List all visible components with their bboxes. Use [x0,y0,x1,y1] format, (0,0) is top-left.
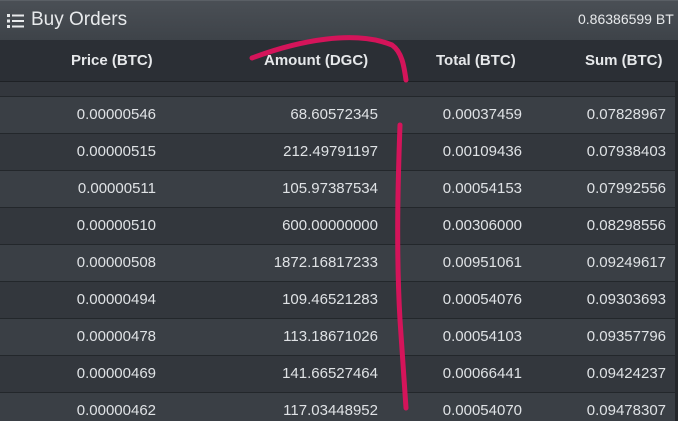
price-cell: 0.00000550 [40,82,156,86]
column-header-sum[interactable]: Sum (BTC) [585,52,663,69]
price-cell: 0.00000508 [76,254,156,271]
price-cell: 0.00000469 [76,365,156,382]
buy-orders-panel: Buy Orders 0.86386599 BT Price (BTC) Amo… [0,0,678,421]
table-row[interactable]: 0.00000511 105.97387534 0.00054153 0.079925… [0,171,678,208]
sum-cell: 0.07828967 [586,106,666,123]
total-cell: 0.03637469 [404,82,522,86]
price-cell: 0.00000510 [76,217,156,234]
sum-cell: 0.07992556 [586,180,666,197]
sum-cell: 0.09478307 [586,402,666,419]
total-cell: 0.00054103 [442,328,522,345]
sum-cell: 0.09424237 [586,365,666,382]
sum-cell: 0.09303693 [586,291,666,308]
price-cell: 0.00000478 [76,328,156,345]
total-cell: 0.00109436 [442,143,522,160]
amount-cell: 1872.16817233 [273,254,378,271]
sum-cell: 0.07791508 [556,82,666,86]
orders-table-body: 0.00000550 6615.37267211 0.03637469 0.07791… [0,82,678,421]
table-row[interactable]: 0.00000469 141.66527464 0.00066441 0.094242… [0,356,678,393]
column-header-price[interactable]: Price (BTC) [71,52,153,69]
table-row[interactable]: 0.00000510 600.00000000 0.00306000 0.082985… [0,208,678,245]
sum-cell: 0.08298556 [586,217,666,234]
panel-title: Buy Orders [31,9,128,30]
total-cell: 0.00951061 [442,254,522,271]
price-cell: 0.00000462 [76,402,156,419]
total-cell: 0.00306000 [442,217,522,234]
total-cell: 0.00054070 [442,402,522,419]
table-row[interactable]: 0.00000462 117.03448952 0.00054070 0.094783… [0,393,678,421]
amount-cell: 68.60572345 [290,106,378,123]
list-icon [7,14,24,28]
table-row[interactable]: 0.00000515 212.49791197 0.00109436 0.079384… [0,134,678,171]
column-header-total[interactable]: Total (BTC) [436,52,516,69]
amount-cell: 212.49791197 [283,143,378,160]
price-cell: 0.00000546 [76,106,156,123]
amount-cell: 105.97387534 [282,180,378,197]
table-header: Price (BTC) Amount (DGC) Total (BTC) Sum… [0,40,678,82]
price-cell: 0.00000494 [76,291,156,308]
sum-cell: 0.09357796 [586,328,666,345]
amount-cell: 141.66527464 [282,365,378,382]
amount-cell: 117.03448952 [283,402,378,419]
total-cell: 0.00054076 [442,291,522,308]
sum-cell: 0.09249617 [586,254,666,271]
table-row[interactable]: 0.00000546 68.60572345 0.00037459 0.0782896… [0,97,678,134]
total-value: 0.86386599 BT [578,11,674,27]
amount-cell: 109.46521283 [282,291,378,308]
amount-cell: 113.18671026 [283,328,378,345]
price-cell: 0.00000511 [77,180,156,197]
column-header-amount[interactable]: Amount (DGC) [264,52,368,69]
table-row[interactable]: 0.00000550 6615.37267211 0.03637469 0.07791… [0,82,678,97]
total-cell: 0.00066441 [442,365,522,382]
table-row[interactable]: 0.00000508 1872.16817233 0.00951061 0.09249… [0,245,678,282]
panel-titlebar: Buy Orders 0.86386599 BT [0,0,678,40]
price-cell: 0.00000515 [76,143,156,160]
table-row[interactable]: 0.00000494 109.46521283 0.00054076 0.093036… [0,282,678,319]
amount-cell: 6615.37267211 [250,82,378,86]
table-row[interactable]: 0.00000478 113.18671026 0.00054103 0.093577… [0,319,678,356]
sum-cell: 0.07938403 [586,143,666,160]
amount-cell: 600.00000000 [282,217,378,234]
total-cell: 0.00037459 [442,106,522,123]
total-cell: 0.00054153 [442,180,522,197]
